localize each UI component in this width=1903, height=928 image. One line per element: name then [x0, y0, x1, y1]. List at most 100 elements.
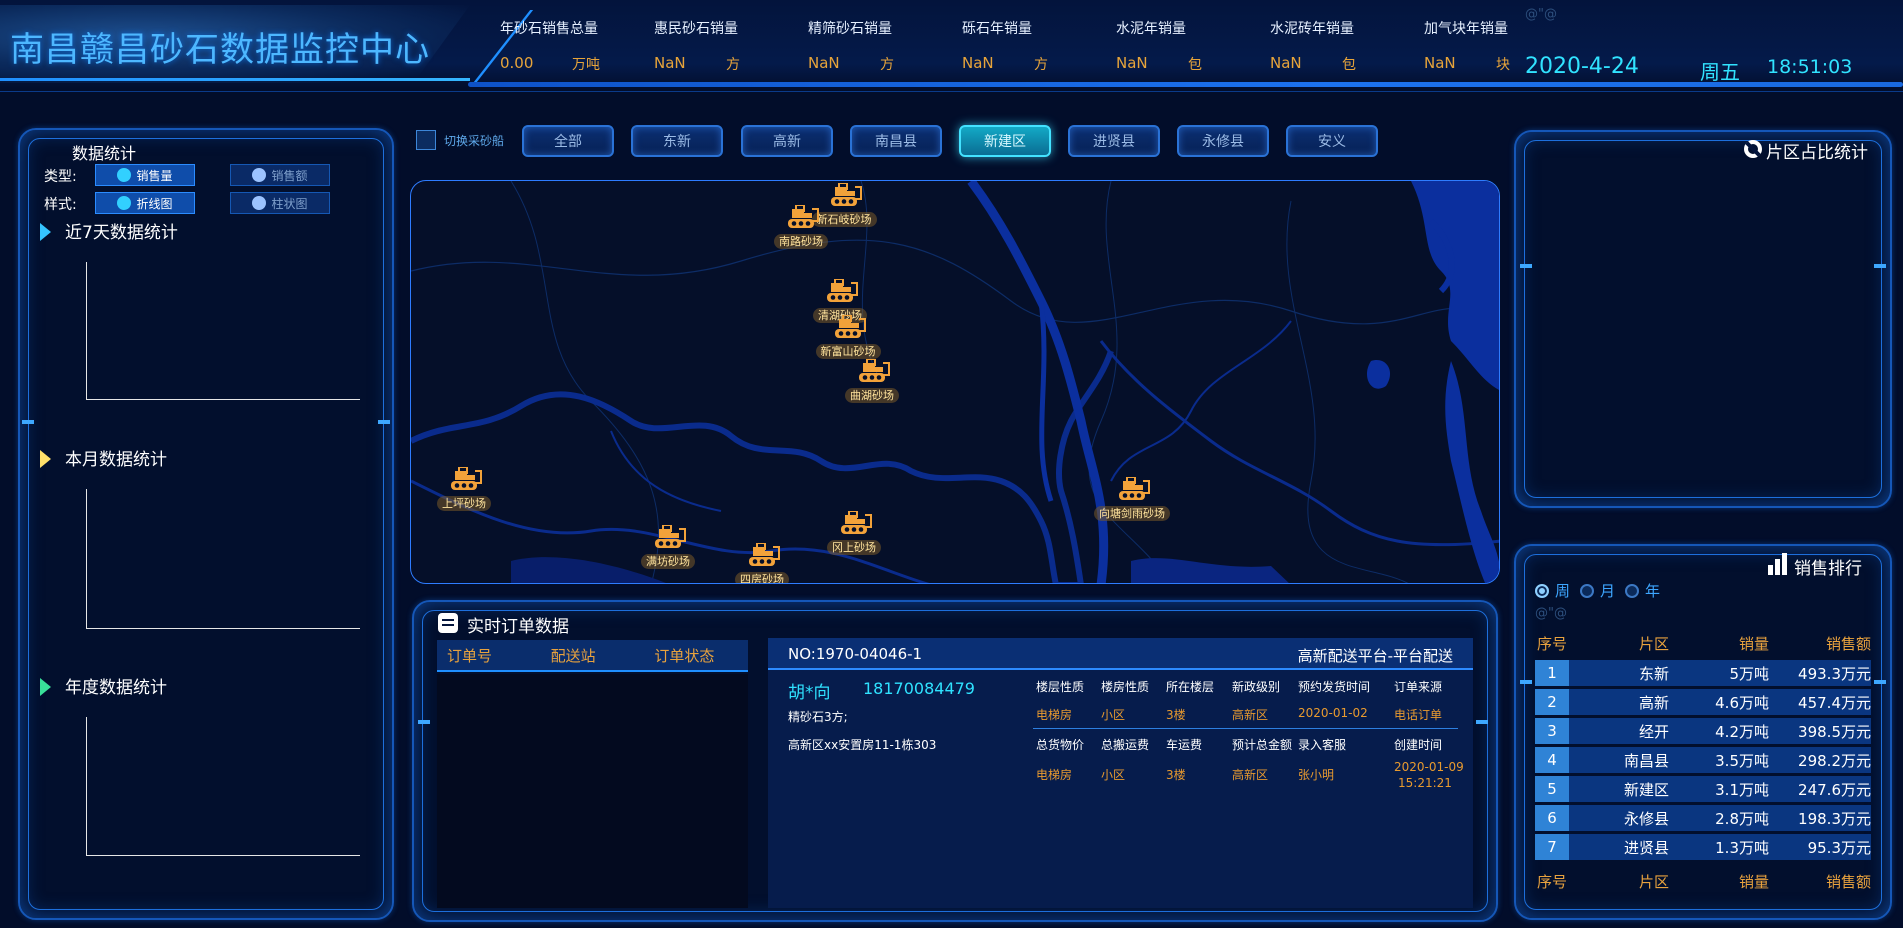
period-month-radio[interactable]: 月: [1580, 580, 1615, 601]
value-total-amount: 高新区: [1232, 768, 1269, 782]
ranking-row[interactable]: 1 东新 5万吨 493.3万元: [1535, 660, 1871, 686]
value-created-date: 2020-01-09: [1394, 760, 1464, 774]
site-marker-quhu[interactable]: 曲湖砂场: [827, 359, 917, 407]
order-number: NO:1970-04046-1: [788, 645, 923, 663]
type-sales-amount-button[interactable]: 销售额: [230, 164, 330, 186]
label-building-type: 楼房性质: [1101, 680, 1150, 694]
order-goods: 精砂石3方;: [788, 710, 848, 724]
frame-tick-left: [22, 420, 34, 424]
bulldozer-icon: [827, 279, 858, 302]
style-label: 样式:: [44, 197, 77, 213]
frame-tick-right: [378, 420, 390, 424]
frame-tick-left: [1520, 680, 1532, 684]
site-marker-shangping[interactable]: 上坪砂场: [419, 467, 509, 515]
stat-cement-brick: 水泥砖年销量 NaN 包: [1270, 21, 1356, 73]
period-selector: 周 月 年: [1535, 580, 1660, 601]
chart-month-axes: [86, 489, 360, 629]
label-operator: 录入客服: [1298, 738, 1347, 752]
district-share-panel: [1514, 130, 1892, 508]
page-title: 南昌赣昌砂石数据监控中心: [10, 30, 430, 70]
chart-7day-axes: [86, 262, 360, 400]
customer-phone: 18170084479: [863, 679, 975, 698]
site-marker-manfang[interactable]: 满坊砂场: [623, 525, 713, 573]
lifebuoy-icon: [1744, 140, 1762, 158]
type-label: 类型:: [44, 169, 77, 185]
value-ship-time: 2020-01-02: [1298, 706, 1368, 720]
label-created-time: 创建时间: [1394, 738, 1443, 752]
site-marker-xinfushan[interactable]: 新富山砂场: [803, 315, 893, 363]
region-button-dongxin[interactable]: 东新: [631, 125, 723, 157]
value-building-type: 小区: [1101, 708, 1126, 722]
period-week-radio[interactable]: 周: [1535, 580, 1570, 601]
stat-fine-sand: 精筛砂石销量 NaN 方: [808, 21, 894, 73]
type-sales-volume-button[interactable]: 销售量: [95, 164, 195, 186]
region-button-yongxiu[interactable]: 永修县: [1177, 125, 1269, 157]
bulldozer-icon: [841, 511, 872, 534]
value-created-time: 15:21:21: [1398, 776, 1452, 790]
customer-name: 胡*向: [788, 683, 831, 703]
label-total-amount: 预计总金额: [1232, 738, 1293, 752]
region-button-anyi[interactable]: 安义: [1286, 125, 1378, 157]
ranking-row[interactable]: 4 南昌县 3.5万吨 298.2万元: [1535, 747, 1871, 773]
line-chart-icon: [117, 196, 132, 210]
frame-tick-right: [1476, 720, 1488, 724]
region-button-nanchang[interactable]: 南昌县: [850, 125, 942, 157]
order-detail-card: NO:1970-04046-1 高新配送平台-平台配送 胡*向 18170084…: [768, 638, 1473, 908]
value-district: 高新区: [1232, 708, 1269, 722]
region-button-jinxian[interactable]: 进贤县: [1068, 125, 1160, 157]
map-view[interactable]: 新石岐砂场 南路砂场 清湖砂场 新富山砂场 曲湖砂场 上坪砂场 满坊砂场 四房砂…: [410, 180, 1500, 584]
left-panel-title: 数据统计: [72, 144, 137, 163]
style-line-chart-button[interactable]: 折线图: [95, 192, 195, 214]
site-marker-xiangtang[interactable]: 向塘剑雨砂场: [1087, 477, 1177, 525]
ranking-row[interactable]: 6 永修县 2.8万吨 198.3万元: [1535, 805, 1871, 831]
order-detail-header: NO:1970-04046-1 高新配送平台-平台配送: [768, 638, 1473, 670]
order-list-icon: [438, 613, 458, 633]
bulldozer-icon: [831, 183, 862, 206]
site-marker-sifang[interactable]: 四房砂场: [717, 543, 807, 583]
label-floor-type: 楼层性质: [1036, 680, 1085, 694]
value-goods-price: 电梯房: [1036, 768, 1073, 782]
stat-gravel: 砾石年销量 NaN 方: [962, 21, 1048, 73]
col-station: 配送站: [550, 646, 596, 665]
region-button-all[interactable]: 全部: [522, 125, 614, 157]
value-freight: 3楼: [1166, 768, 1186, 782]
header-bar: 南昌赣昌砂石数据监控中心 年砂石销售总量 0.00 万吨 惠民砂石销量 NaN …: [0, 0, 1903, 92]
section-month-title: 本月数据统计: [40, 445, 167, 470]
stats-underline: [468, 82, 1903, 87]
triangle-icon: [40, 450, 51, 468]
switch-dredger-label: 切换采砂船: [444, 134, 505, 148]
bulldozer-icon: [655, 525, 686, 548]
ranking-row[interactable]: 7 进贤县 1.3万吨 95.3万元: [1535, 834, 1871, 860]
label-floor: 所在楼层: [1166, 680, 1215, 694]
site-marker-gangshang[interactable]: 冈上砂场: [809, 511, 899, 559]
order-panel-title: 实时订单数据: [467, 617, 569, 637]
volume-icon: [117, 168, 132, 182]
style-bar-chart-button[interactable]: 柱状图: [230, 192, 330, 214]
ranking-row[interactable]: 3 经开 4.2万吨 398.5万元: [1535, 718, 1871, 744]
switch-dredger-checkbox[interactable]: [416, 130, 436, 150]
ranking-row[interactable]: 2 高新 4.6万吨 457.4万元: [1535, 689, 1871, 715]
bulldozer-icon: [859, 359, 890, 382]
bulldozer-icon: [1119, 477, 1150, 500]
ranking-row[interactable]: 5 新建区 3.1万吨 247.6万元: [1535, 776, 1871, 802]
triangle-icon: [40, 223, 51, 241]
ranking-header: 序号 片区 销量 销售额: [1536, 634, 1871, 653]
label-freight: 车运费: [1166, 738, 1203, 752]
value-floor-type: 电梯房: [1036, 708, 1073, 722]
period-year-radio[interactable]: 年: [1625, 580, 1660, 601]
order-list[interactable]: [437, 674, 748, 908]
order-table-header: 订单号 配送站 订单状态: [437, 640, 748, 672]
region-button-gaoxin[interactable]: 高新: [741, 125, 833, 157]
label-order-source: 订单来源: [1394, 680, 1443, 694]
garbled-text: @"@: [1525, 7, 1557, 22]
ranking-footer: 序号 片区 销量 销售额: [1536, 872, 1871, 891]
region-button-xinjian[interactable]: 新建区: [959, 125, 1051, 157]
value-handling-fee: 小区: [1101, 768, 1126, 782]
sales-ranking-title: 销售排行: [1794, 559, 1862, 579]
site-marker-nanlu[interactable]: 南路砂场: [756, 205, 846, 253]
label-handling-fee: 总搬运费: [1101, 738, 1150, 752]
current-time: 18:51:03: [1767, 56, 1853, 78]
value-order-source: 电话订单: [1394, 708, 1443, 722]
delivery-address: 高新区xx安置房11-1栋303: [788, 738, 937, 752]
current-weekday: 周五: [1700, 60, 1740, 84]
